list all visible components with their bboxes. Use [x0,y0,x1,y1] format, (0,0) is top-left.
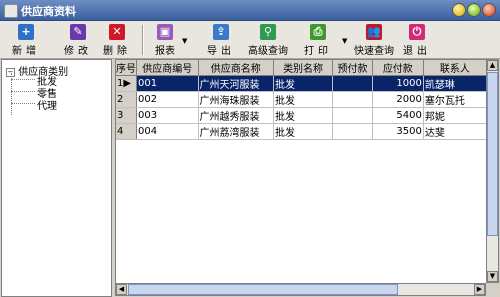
col-header-name[interactable]: 供应商名称 [198,60,274,76]
quick-query-button[interactable]: 👥 快速查询 [352,23,396,57]
cell-code[interactable]: 004 [136,123,199,140]
scroll-left-icon[interactable]: ◀ [116,284,127,295]
new-button[interactable]: + 新增 [8,23,44,57]
cell-category[interactable]: 批发 [273,123,334,140]
cell-category[interactable]: 批发 [273,75,334,92]
printer-icon: ⎙ [310,24,326,40]
row-index: 2 [116,91,137,108]
cell-category[interactable]: 批发 [273,91,334,108]
scroll-right-icon[interactable]: ▶ [474,284,485,295]
app-icon [4,4,18,18]
col-header-prepay[interactable]: 预付款 [332,60,373,76]
cell-payable[interactable]: 5400 [372,107,424,124]
window-title: 供应商资料 [21,5,76,18]
report-dropdown-arrow[interactable]: ▼ [182,37,187,45]
scroll-up-icon[interactable]: ▲ [487,60,498,71]
supplier-grid[interactable]: 序号 供应商编号 供应商名称 类别名称 预付款 应付款 联系人 1▶ 001 广… [115,59,488,285]
vertical-scrollbar[interactable]: ▲ ▼ [486,59,499,283]
minimize-button[interactable] [452,3,466,17]
row-index: 1▶ [116,75,137,92]
col-header-index[interactable]: 序号 [116,60,137,76]
toolbar: + 新增 ✎ 修改 ✕ 删除 ▣ 报表 ▼ ⇪ 导出 ⚲ 高级查询 ⎙ 打印 ▼… [0,21,500,59]
close-button[interactable] [482,3,496,17]
tree-connector [11,79,35,80]
tree-connector [11,91,35,92]
report-button[interactable]: ▣ 报表 [151,23,179,57]
plus-icon: + [18,24,34,40]
title-bar: 供应商资料 [0,0,500,21]
cell-contact[interactable]: 达斐 [423,123,487,140]
scroll-down-icon[interactable]: ▼ [487,271,498,282]
row-index: 4 [116,123,137,140]
cell-code[interactable]: 001 [136,75,199,92]
table-row[interactable]: 1▶ 001 广州天河服装 批发 1000 凯瑟琳 [116,75,487,92]
toolbar-separator [142,25,144,55]
table-row[interactable]: 3 003 广州越秀服装 批发 5400 邦妮 [116,107,487,124]
main-area: − 供应商类别 批发 零售 代理 序号 供应商编号 供应商名称 类别名称 预付款 [0,59,500,297]
horizontal-scroll-thumb[interactable] [128,284,398,295]
tree-connector [11,103,35,104]
cell-payable[interactable]: 2000 [372,91,424,108]
cell-name[interactable]: 广州荔湾服装 [198,123,274,140]
users-icon: 👥 [366,24,382,40]
vertical-scroll-thumb[interactable] [487,72,498,236]
cell-prepay[interactable] [332,123,373,140]
cell-name[interactable]: 广州天河服装 [198,75,274,92]
table-row[interactable]: 2 002 广州海珠服装 批发 2000 塞尔瓦托 [116,91,487,108]
cell-name[interactable]: 广州海珠服装 [198,91,274,108]
cell-category[interactable]: 批发 [273,107,334,124]
export-button[interactable]: ⇪ 导出 [206,23,236,57]
cell-payable[interactable]: 1000 [372,75,424,92]
exit-button[interactable]: ⏻ 退出 [400,23,434,57]
cell-name[interactable]: 广州越秀服装 [198,107,274,124]
col-header-payable[interactable]: 应付款 [372,60,424,76]
col-header-code[interactable]: 供应商编号 [136,60,199,76]
scrollbar-corner [486,283,499,296]
cell-prepay[interactable] [332,75,373,92]
cell-code[interactable]: 003 [136,107,199,124]
horizontal-scrollbar[interactable]: ◀ ▶ [115,283,486,296]
power-icon: ⏻ [409,24,425,40]
magnifier-icon: ⚲ [260,24,276,40]
category-tree[interactable]: − 供应商类别 批发 零售 代理 [1,59,112,297]
export-icon: ⇪ [213,24,229,40]
cell-code[interactable]: 002 [136,91,199,108]
delete-icon: ✕ [109,24,125,40]
row-index: 3 [116,107,137,124]
edit-button[interactable]: ✎ 修改 [60,23,96,57]
delete-button[interactable]: ✕ 删除 [99,23,135,57]
print-button[interactable]: ⎙ 打印 [302,23,334,57]
table-row[interactable]: 4 004 广州荔湾服装 批发 3500 达斐 [116,123,487,140]
cell-contact[interactable]: 塞尔瓦托 [423,91,487,108]
cell-prepay[interactable] [332,107,373,124]
cell-contact[interactable]: 邦妮 [423,107,487,124]
print-dropdown-arrow[interactable]: ▼ [342,37,347,45]
cell-contact[interactable]: 凯瑟琳 [423,75,487,92]
advanced-query-button[interactable]: ⚲ 高级查询 [246,23,290,57]
maximize-button[interactable] [467,3,481,17]
cell-prepay[interactable] [332,91,373,108]
edit-icon: ✎ [70,24,86,40]
table-header: 序号 供应商编号 供应商名称 类别名称 预付款 应付款 联系人 [116,60,487,76]
col-header-contact[interactable]: 联系人 [423,60,487,76]
col-header-category[interactable]: 类别名称 [273,60,334,76]
cell-payable[interactable]: 3500 [372,123,424,140]
current-row-arrow-icon: ▶ [123,78,132,89]
tree-item-agent[interactable]: 代理 [37,97,57,112]
supplier-table: 序号 供应商编号 供应商名称 类别名称 预付款 应付款 联系人 1▶ 001 广… [116,60,487,140]
report-icon: ▣ [157,24,173,40]
